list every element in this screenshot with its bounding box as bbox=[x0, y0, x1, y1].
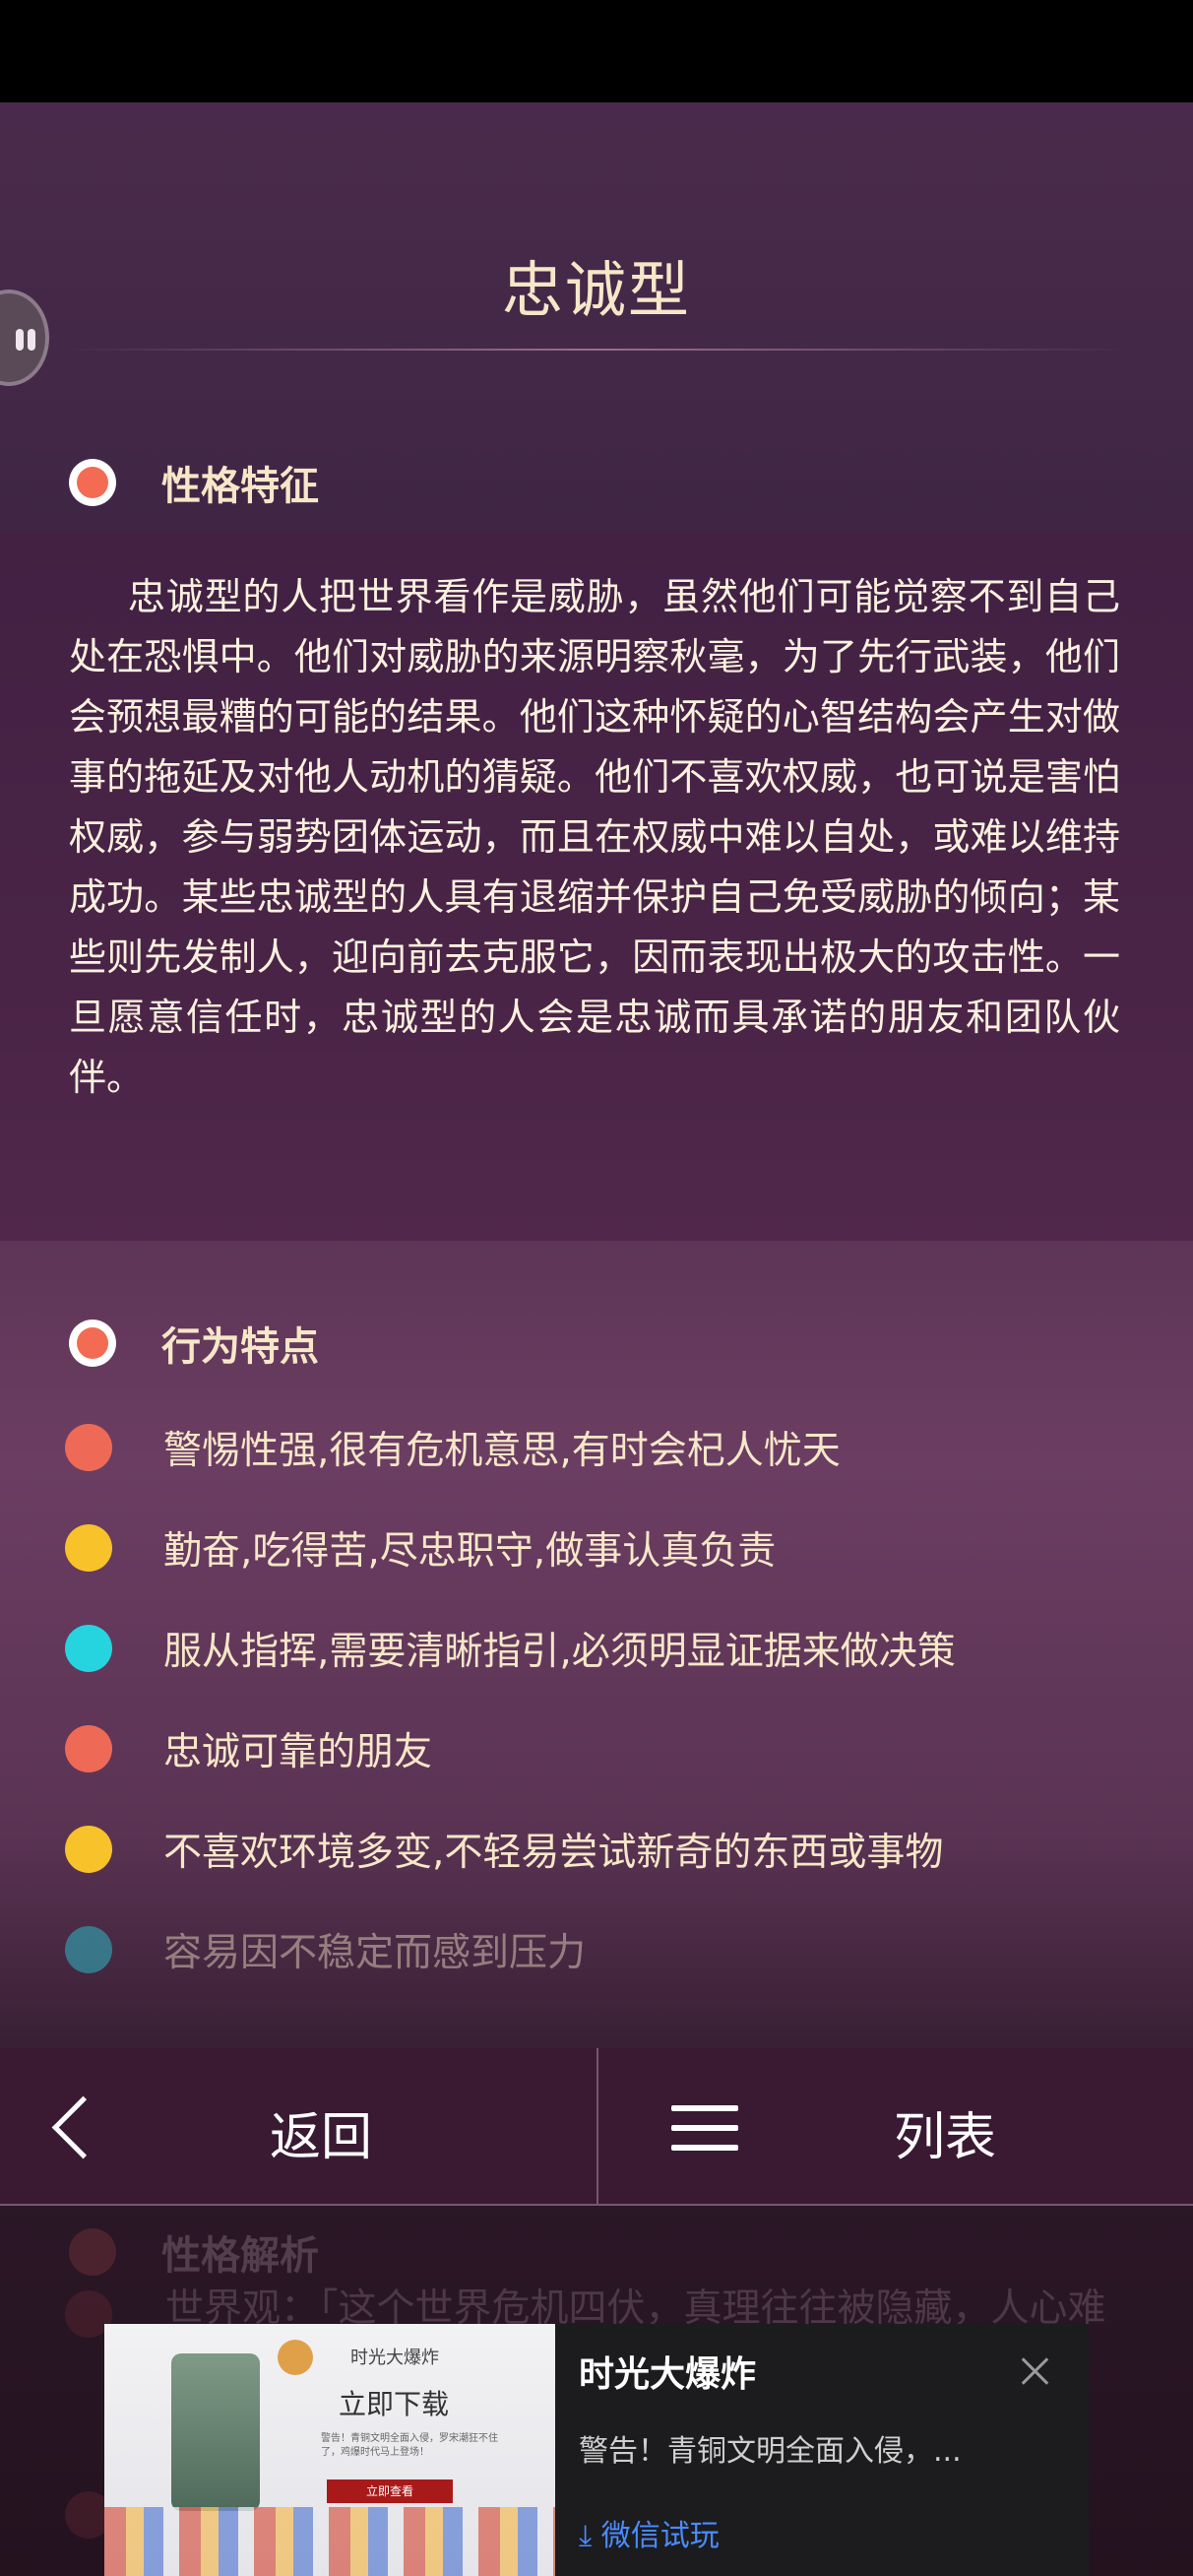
list-label: 列表 bbox=[894, 2108, 997, 2167]
section-bullet-icon bbox=[69, 2228, 116, 2276]
behavior-item-text: 勤奋,吃得苦,尽忠职守,做事认真负责 bbox=[163, 1529, 777, 1574]
list-item: 警惕性强,很有危机意思,有时会杞人忧天 bbox=[65, 1418, 841, 1477]
personality-description: 忠诚型的人把世界看作是威胁，虽然他们可能觉察不到自己处在恐惧中。他们对威胁的来源… bbox=[69, 575, 1120, 1099]
list-item: 服从指挥,需要清晰指引,必须明显证据来做决策 bbox=[65, 1619, 956, 1678]
behavior-section-header: 行为特点 bbox=[69, 1314, 319, 1373]
ad-game-logo-icon bbox=[278, 2340, 313, 2375]
ad-image-download: 立即下载 bbox=[339, 2388, 450, 2420]
ad-game-card bbox=[171, 2353, 260, 2511]
ad-title[interactable]: 时光大爆炸 bbox=[579, 2346, 756, 2397]
back-label: 返回 bbox=[270, 2108, 373, 2167]
list-item: 忠诚可靠的朋友 bbox=[65, 1719, 432, 1778]
bottom-navigation: 返回 列表 bbox=[0, 2048, 1193, 2206]
personality-description-box: 忠诚型的人把世界看作是威胁，虽然他们可能觉察不到自己处在恐惧中。他们对威胁的来源… bbox=[0, 532, 1193, 1241]
analysis-section-header: 性格解析 bbox=[69, 2223, 319, 2281]
ad-cta-label: 微信试玩 bbox=[600, 2519, 720, 2553]
behavior-item-text: 忠诚可靠的朋友 bbox=[163, 1730, 433, 1774]
ad-cta-button[interactable]: ⤓ 微信试玩 bbox=[579, 2511, 720, 2554]
bullet-dot-icon bbox=[65, 1524, 112, 1572]
analysis-heading: 性格解析 bbox=[161, 2233, 319, 2279]
personality-section-header: 性格特征 bbox=[69, 453, 319, 512]
ad-image-button[interactable]: 立即查看 bbox=[327, 2479, 453, 2503]
section-bullet-icon bbox=[69, 1320, 116, 1367]
bullet-dot-icon bbox=[65, 1826, 112, 1873]
menu-icon bbox=[671, 2105, 738, 2151]
ad-description[interactable]: 警告！青铜文明全面入侵，... bbox=[579, 2426, 962, 2470]
status-bar bbox=[0, 0, 1193, 102]
chevron-left-icon bbox=[51, 2095, 115, 2159]
list-item: 容易因不稳定而感到压力 bbox=[65, 1920, 586, 1979]
section-bullet-icon bbox=[69, 459, 116, 506]
back-button[interactable]: 返回 bbox=[0, 2048, 596, 2206]
ad-characters bbox=[104, 2507, 555, 2576]
bullet-dot-icon bbox=[65, 1725, 112, 1772]
behavior-item-text: 警惕性强,很有危机意思,有时会杞人忧天 bbox=[163, 1429, 841, 1473]
list-item: 不喜欢环境多变,不轻易尝试新奇的东西或事物 bbox=[65, 1820, 943, 1879]
advertisement-banner[interactable]: 时光大爆炸 立即下载 警告！青铜文明全面入侵，罗宋潮狂不住了，鸡爆时代马上登场！… bbox=[104, 2324, 1089, 2576]
ad-image-title: 时光大爆炸 bbox=[350, 2348, 439, 2368]
list-button[interactable]: 列表 bbox=[598, 2048, 1193, 2206]
ad-image[interactable]: 时光大爆炸 立即下载 警告！青铜文明全面入侵，罗宋潮狂不住了，鸡爆时代马上登场！… bbox=[104, 2324, 555, 2576]
personality-heading: 性格特征 bbox=[161, 464, 319, 509]
ad-image-warning: 警告！青铜文明全面入侵，罗宋潮狂不住了，鸡爆时代马上登场！ bbox=[321, 2433, 498, 2458]
bullet-dot-icon bbox=[65, 1926, 112, 1973]
list-item: 勤奋,吃得苦,尽忠职守,做事认真负责 bbox=[65, 1518, 776, 1578]
title-divider bbox=[59, 349, 1134, 351]
behavior-item-text: 容易因不稳定而感到压力 bbox=[163, 1931, 587, 1975]
page-content: 忠诚型 性格特征 忠诚型的人把世界看作是威胁，虽然他们可能觉察不到自己处在恐惧中… bbox=[0, 102, 1193, 2576]
bullet-dot-icon bbox=[65, 1424, 112, 1471]
close-icon[interactable] bbox=[1018, 2353, 1053, 2389]
behavior-item-text: 服从指挥,需要清晰指引,必须明显证据来做决策 bbox=[163, 1630, 956, 1674]
behavior-heading: 行为特点 bbox=[161, 1324, 319, 1370]
bullet-dot-icon bbox=[65, 1625, 112, 1672]
page-title: 忠诚型 bbox=[501, 254, 691, 326]
behavior-item-text: 不喜欢环境多变,不轻易尝试新奇的东西或事物 bbox=[163, 1831, 944, 1875]
